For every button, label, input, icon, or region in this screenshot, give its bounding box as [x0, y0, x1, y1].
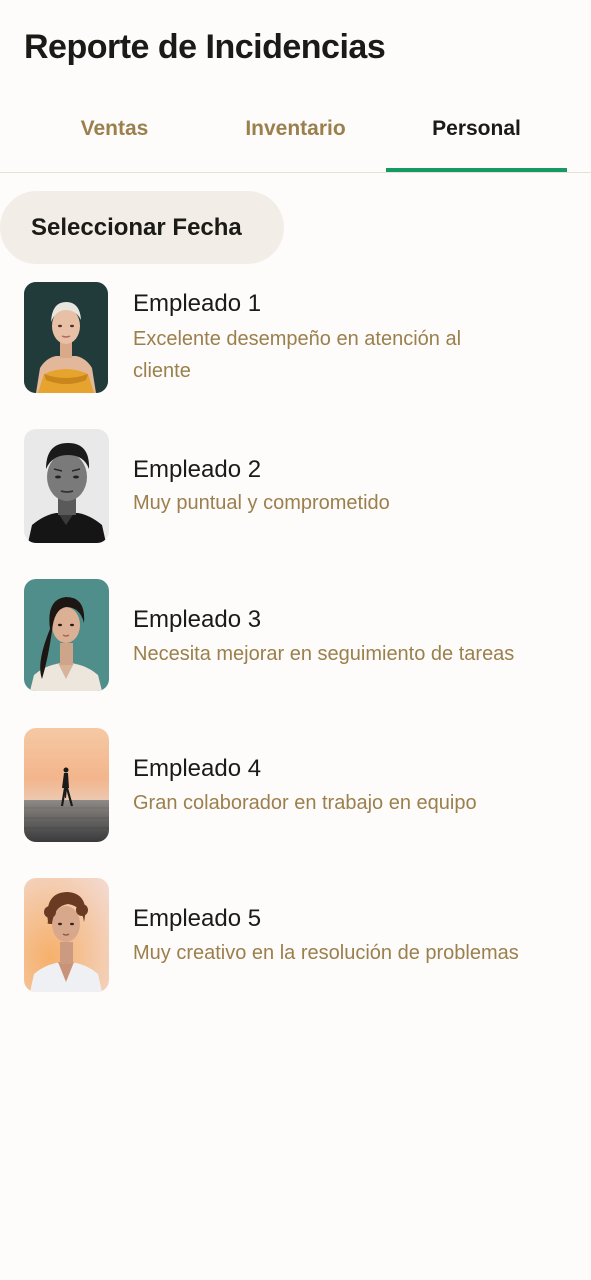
- select-date-button[interactable]: Seleccionar Fecha: [0, 191, 284, 264]
- employee-list-item[interactable]: Empleado 3 Necesita mejorar en seguimien…: [24, 579, 584, 693]
- employee-note: Muy puntual y comprometido: [133, 492, 390, 514]
- employee-name: Empleado 4: [133, 755, 262, 782]
- employee-photo: [24, 728, 109, 842]
- employee-photo: [24, 429, 109, 543]
- employee-list-item[interactable]: Empleado 2 Muy puntual y comprometido: [24, 429, 584, 543]
- employee-photo: [24, 282, 108, 393]
- tab-bar: Ventas Inventario Personal: [0, 100, 591, 173]
- employee-list-item[interactable]: Empleado 1 Excelente desempeño en atenci…: [24, 282, 584, 396]
- tab-inventario[interactable]: Inventario: [205, 100, 386, 172]
- employee-photo: [24, 579, 109, 691]
- employee-name: Empleado 3: [133, 606, 262, 633]
- tab-ventas[interactable]: Ventas: [24, 100, 205, 172]
- employee-list-item[interactable]: Empleado 5 Muy creativo en la resolución…: [24, 878, 584, 992]
- tab-personal[interactable]: Personal: [386, 100, 567, 172]
- employee-note: Necesita mejorar en seguimiento de tarea…: [133, 643, 515, 665]
- employee-name: Empleado 1: [133, 290, 262, 317]
- employee-note: Muy creativo en la resolución de problem…: [133, 942, 519, 964]
- employee-photo: [24, 878, 109, 992]
- employee-note: Gran colaborador en trabajo en equipo: [133, 792, 477, 814]
- employee-name: Empleado 2: [133, 456, 262, 483]
- employee-name: Empleado 5: [133, 905, 262, 932]
- employee-note: Excelente desempeño en atención al clien…: [133, 328, 462, 382]
- employee-list-item[interactable]: Empleado 4 Gran colaborador en trabajo e…: [24, 728, 584, 842]
- page-title: Reporte de Incidencias: [24, 28, 386, 66]
